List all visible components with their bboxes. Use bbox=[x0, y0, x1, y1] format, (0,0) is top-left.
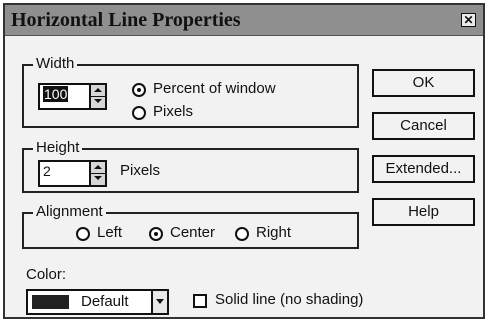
extended-button[interactable]: Extended... bbox=[372, 155, 475, 183]
height-increment-button[interactable] bbox=[91, 162, 105, 174]
color-selected-value: Default bbox=[81, 293, 129, 310]
width-spinner-buttons bbox=[89, 85, 105, 108]
solid-line-label[interactable]: Solid line (no shading) bbox=[215, 291, 363, 308]
color-select[interactable]: Default bbox=[26, 289, 169, 315]
height-spinner[interactable]: 2 bbox=[38, 160, 107, 187]
align-right-label[interactable]: Right bbox=[256, 224, 291, 241]
help-button[interactable]: Help bbox=[372, 198, 475, 226]
align-center-radio[interactable] bbox=[149, 227, 163, 241]
color-swatch bbox=[32, 295, 69, 309]
width-increment-button[interactable] bbox=[91, 85, 105, 97]
align-left-radio[interactable] bbox=[76, 227, 90, 241]
alignment-group-legend: Alignment bbox=[33, 203, 106, 220]
percent-of-window-label[interactable]: Percent of window bbox=[153, 80, 276, 97]
width-spinner[interactable]: 100 bbox=[38, 83, 107, 110]
align-right-radio[interactable] bbox=[235, 227, 249, 241]
width-decrement-button[interactable] bbox=[91, 97, 105, 109]
ok-button[interactable]: OK bbox=[372, 69, 475, 97]
title-bar[interactable]: Horizontal Line Properties ✕ bbox=[5, 5, 483, 36]
align-center-label[interactable]: Center bbox=[170, 224, 215, 241]
width-pixels-radio[interactable] bbox=[132, 106, 146, 120]
width-pixels-label[interactable]: Pixels bbox=[153, 103, 193, 120]
height-group-legend: Height bbox=[33, 139, 83, 156]
height-decrement-button[interactable] bbox=[91, 174, 105, 186]
align-left-label[interactable]: Left bbox=[97, 224, 122, 241]
chevron-down-icon[interactable] bbox=[151, 291, 167, 313]
dialog-title: Horizontal Line Properties bbox=[11, 9, 241, 31]
height-spinner-buttons bbox=[89, 162, 105, 185]
close-icon[interactable]: ✕ bbox=[461, 13, 476, 27]
horizontal-line-properties-dialog: Horizontal Line Properties ✕ Width 100 P… bbox=[3, 3, 485, 319]
solid-line-checkbox[interactable] bbox=[193, 294, 207, 308]
height-value[interactable]: 2 bbox=[43, 163, 51, 179]
width-value[interactable]: 100 bbox=[43, 86, 69, 102]
cancel-button[interactable]: Cancel bbox=[372, 112, 475, 140]
color-label: Color: bbox=[26, 266, 67, 283]
width-group-legend: Width bbox=[33, 55, 78, 72]
percent-of-window-radio[interactable] bbox=[132, 83, 146, 97]
height-unit-label: Pixels bbox=[120, 162, 161, 179]
